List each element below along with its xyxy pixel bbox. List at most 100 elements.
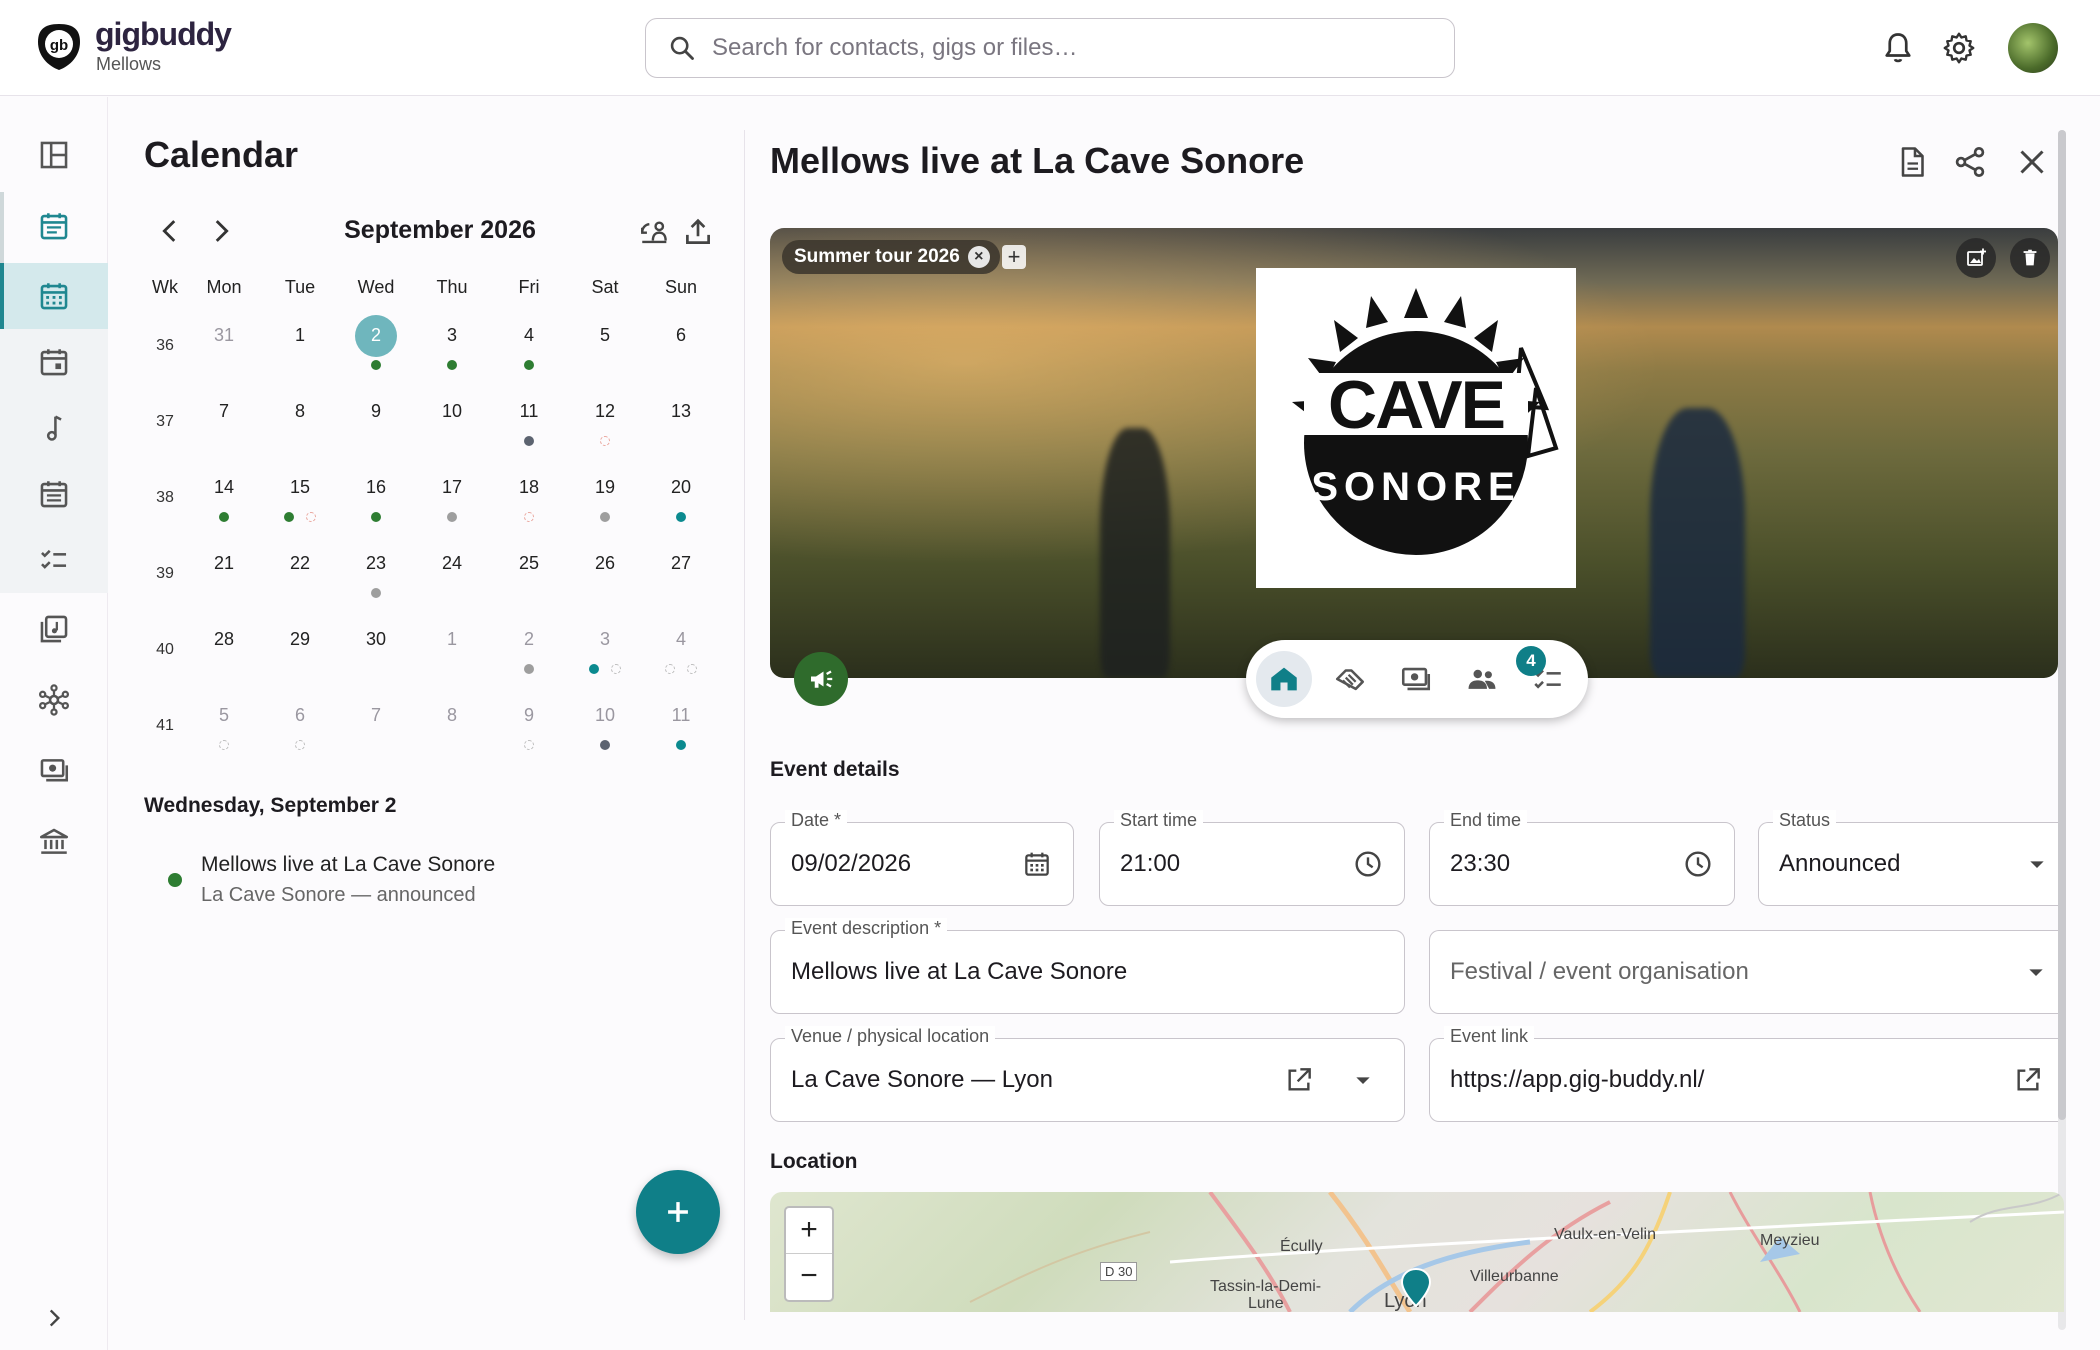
nav-tasks[interactable] xyxy=(0,527,108,593)
calendar-day[interactable]: 9 xyxy=(348,401,404,422)
end-time-field[interactable]: End time 23:30 xyxy=(1429,810,1735,906)
nav-finance[interactable] xyxy=(0,738,108,804)
nav-schedule[interactable] xyxy=(0,461,108,527)
calendar-day[interactable]: 4 xyxy=(501,325,557,346)
open-external-icon[interactable] xyxy=(1283,1064,1315,1096)
calendar-day[interactable]: 8 xyxy=(272,401,328,422)
caret-down-icon[interactable] xyxy=(1347,1064,1379,1096)
document-icon[interactable] xyxy=(1894,144,1930,180)
open-external-icon[interactable] xyxy=(2012,1064,2044,1096)
calendar-day[interactable]: 15 xyxy=(272,477,328,498)
calendar-day[interactable]: 1 xyxy=(272,325,328,346)
date-field[interactable]: Date * 09/02/2026 xyxy=(770,810,1074,906)
nav-dashboard[interactable] xyxy=(0,122,108,188)
change-image-button[interactable] xyxy=(1956,238,1996,278)
calendar-day[interactable]: 22 xyxy=(272,553,328,574)
end-time-value[interactable]: 23:30 xyxy=(1450,850,1510,878)
map-pin-icon[interactable] xyxy=(1400,1268,1432,1308)
calendar-day[interactable]: 3 xyxy=(577,629,633,650)
calendar-day[interactable]: 6 xyxy=(272,705,328,726)
calendar-day[interactable]: 5 xyxy=(577,325,633,346)
gear-icon[interactable] xyxy=(1941,30,1977,66)
clock-icon[interactable] xyxy=(1352,848,1384,880)
calendar-day[interactable]: 1 xyxy=(424,629,480,650)
caret-down-icon[interactable] xyxy=(2020,956,2052,988)
venue-field[interactable]: Venue / physical location La Cave Sonore… xyxy=(770,1026,1405,1122)
brand-name[interactable]: gigbuddy xyxy=(95,16,232,53)
upload-icon[interactable] xyxy=(681,215,715,249)
calendar-day[interactable]: 25 xyxy=(501,553,557,574)
calendar-day[interactable]: 17 xyxy=(424,477,480,498)
announce-button[interactable] xyxy=(794,652,848,706)
caret-down-icon[interactable] xyxy=(2021,848,2053,880)
delete-image-button[interactable] xyxy=(2010,238,2050,278)
add-tag-button[interactable]: + xyxy=(1002,245,1026,269)
calendar-day[interactable]: 31 xyxy=(196,325,252,346)
tour-tag-chip[interactable]: Summer tour 2026 × xyxy=(782,240,1000,274)
calendar-day[interactable]: 6 xyxy=(653,325,709,346)
calendar-day[interactable]: 21 xyxy=(196,553,252,574)
nav-calendar[interactable] xyxy=(0,193,108,259)
event-description-field[interactable]: Event description * Mellows live at La C… xyxy=(770,918,1405,1014)
calendar-day[interactable]: 27 xyxy=(653,553,709,574)
calendar-day[interactable]: 18 xyxy=(501,477,557,498)
calendar-day[interactable]: 19 xyxy=(577,477,633,498)
organisation-select[interactable]: Festival / event organisation xyxy=(1429,930,2058,1014)
calendar-day[interactable]: 8 xyxy=(424,705,480,726)
calendar-day[interactable]: 12 xyxy=(577,401,633,422)
tab-people[interactable] xyxy=(1454,651,1510,707)
bell-icon[interactable] xyxy=(1880,30,1916,66)
calendar-day[interactable]: 13 xyxy=(653,401,709,422)
remove-tag-icon[interactable]: × xyxy=(967,246,990,268)
calendar-day[interactable]: 16 xyxy=(348,477,404,498)
calendar-day[interactable]: 14 xyxy=(196,477,252,498)
gigbuddy-logo-icon[interactable]: gb xyxy=(36,22,82,72)
user-avatar[interactable] xyxy=(2008,23,2058,73)
calendar-day[interactable]: 23 xyxy=(348,553,404,574)
event-description-value[interactable]: Mellows live at La Cave Sonore xyxy=(791,958,1127,986)
start-time-field[interactable]: Start time 21:00 xyxy=(1099,810,1405,906)
nav-music[interactable] xyxy=(0,395,108,461)
status-select[interactable]: Status Announced xyxy=(1758,810,2058,906)
calendar-day[interactable]: 29 xyxy=(272,629,328,650)
nav-calendar-day[interactable] xyxy=(0,329,108,395)
calendar-day[interactable]: 3 xyxy=(424,325,480,346)
sync-person-icon[interactable] xyxy=(638,215,672,249)
tab-finance[interactable] xyxy=(1388,651,1444,707)
share-icon[interactable] xyxy=(1952,144,1988,180)
event-link-value[interactable]: https://app.gig-buddy.nl/ xyxy=(1450,1066,1704,1094)
global-search[interactable] xyxy=(645,18,1455,78)
clock-icon[interactable] xyxy=(1682,848,1714,880)
event-link-field[interactable]: Event link https://app.gig-buddy.nl/ xyxy=(1429,1026,2058,1122)
tab-venue[interactable] xyxy=(1256,651,1312,707)
calendar-icon[interactable] xyxy=(1021,848,1053,880)
nav-music-library[interactable] xyxy=(0,596,108,662)
organisation-placeholder[interactable]: Festival / event organisation xyxy=(1450,958,1749,986)
nav-bank[interactable] xyxy=(0,809,108,875)
calendar-day[interactable]: 9 xyxy=(501,705,557,726)
calendar-day[interactable]: 26 xyxy=(577,553,633,574)
search-input[interactable] xyxy=(712,34,1432,62)
nav-network[interactable] xyxy=(0,667,108,733)
chevron-right-icon[interactable] xyxy=(204,214,238,248)
map-zoom-out-button[interactable]: − xyxy=(786,1254,832,1300)
chevron-left-icon[interactable] xyxy=(153,214,187,248)
calendar-day[interactable]: 7 xyxy=(196,401,252,422)
calendar-day[interactable]: 4 xyxy=(653,629,709,650)
calendar-day[interactable]: 10 xyxy=(577,705,633,726)
calendar-day[interactable]: 7 xyxy=(348,705,404,726)
calendar-day[interactable]: 2 xyxy=(501,629,557,650)
calendar-day[interactable]: 10 xyxy=(424,401,480,422)
close-icon[interactable] xyxy=(2014,144,2050,180)
calendar-day[interactable]: 28 xyxy=(196,629,252,650)
map-zoom-in-button[interactable]: + xyxy=(786,1208,832,1254)
date-value[interactable]: 09/02/2026 xyxy=(791,850,911,878)
calendar-day[interactable]: 24 xyxy=(424,553,480,574)
calendar-day[interactable]: 2 xyxy=(348,325,404,346)
calendar-day[interactable]: 11 xyxy=(501,401,557,422)
calendar-day[interactable]: 11 xyxy=(653,705,709,726)
nav-expand[interactable] xyxy=(0,1285,108,1350)
scrollbar-thumb[interactable] xyxy=(2058,130,2066,1120)
start-time-value[interactable]: 21:00 xyxy=(1120,850,1180,878)
venue-value[interactable]: La Cave Sonore — Lyon xyxy=(791,1066,1053,1094)
